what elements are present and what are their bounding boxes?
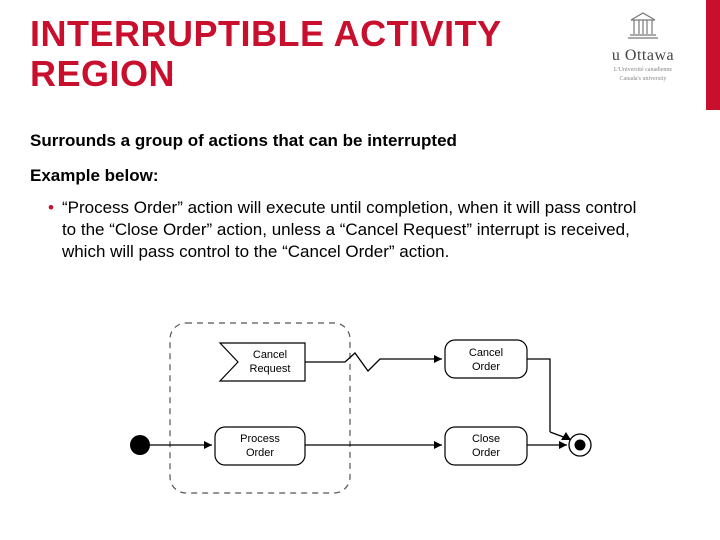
logo-wordmark: u Ottawa <box>588 47 698 65</box>
arrow-icon <box>559 441 567 449</box>
close-order-label-2: Order <box>472 447 500 459</box>
process-order-label-2: Order <box>246 447 274 459</box>
logo-tagline-2: Canada's university <box>588 76 698 83</box>
arrow-icon <box>434 441 442 449</box>
slide: u Ottawa L'Université canadienne Canada'… <box>0 0 720 540</box>
cancel-order-label-1: Cancel <box>469 347 503 359</box>
logo: u Ottawa L'Université canadienne Canada'… <box>588 10 698 82</box>
process-order-label-1: Process <box>240 433 280 445</box>
page-title: INTERRUPTIBLE ACTIVITY REGION <box>30 14 570 95</box>
close-order-label-1: Close <box>472 433 500 445</box>
building-icon <box>625 10 661 40</box>
interrupt-edge <box>305 353 442 371</box>
arrow-icon <box>434 355 442 363</box>
body-text: Surrounds a group of actions that can be… <box>30 130 690 263</box>
example-label: Example below: <box>30 165 690 186</box>
intro-line: Surrounds a group of actions that can be… <box>30 130 690 151</box>
activity-diagram: Process Order Cancel Request Cancel Orde… <box>120 315 600 515</box>
cancel-request-label-2: Request <box>250 363 291 375</box>
logo-tagline-1: L'Université canadienne <box>588 67 698 74</box>
accent-bar <box>706 0 720 110</box>
bullet-item: • “Process Order” action will execute un… <box>30 197 690 263</box>
cancel-request-label-1: Cancel <box>253 349 287 361</box>
initial-node-icon <box>130 435 150 455</box>
bullet-dot: • <box>48 197 54 263</box>
bullet-text: “Process Order” action will execute unti… <box>62 197 650 263</box>
cancel-order-label-2: Order <box>472 361 500 373</box>
arrow-icon <box>204 441 212 449</box>
